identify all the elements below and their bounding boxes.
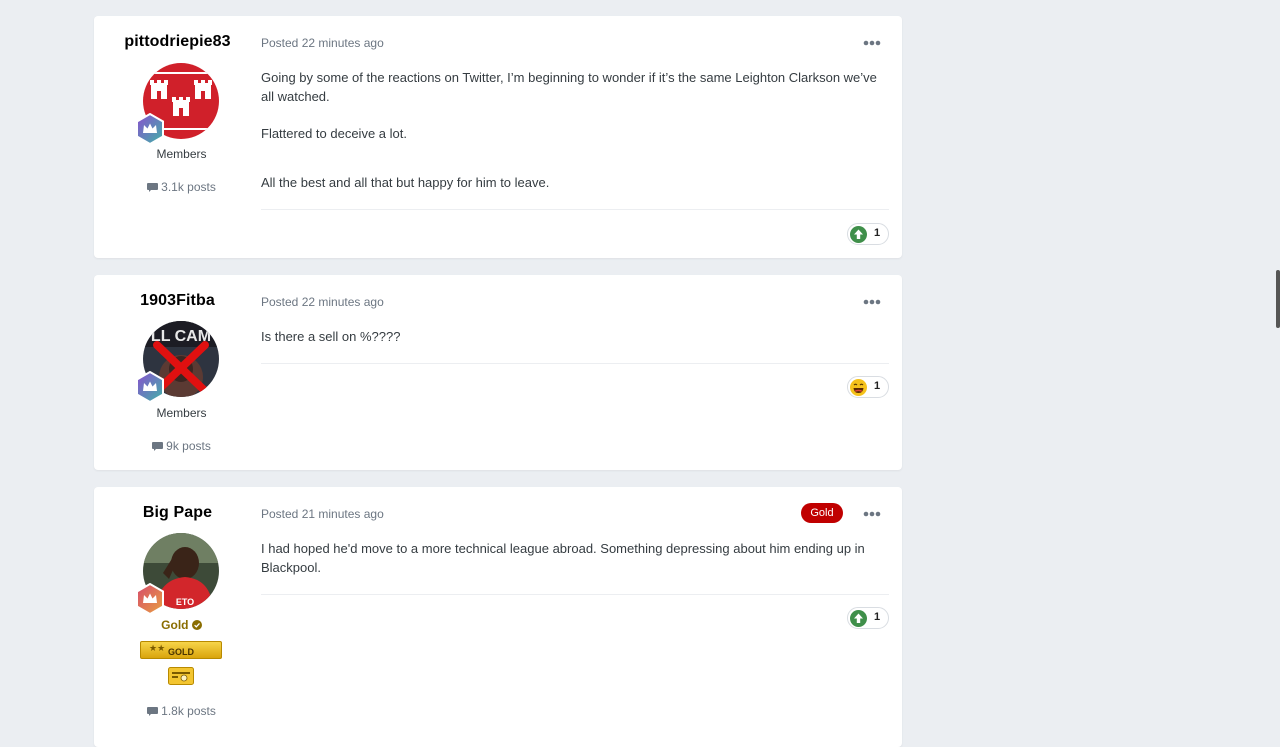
post-card: 1903Fitba LL CAM Members 9k posts Posted… [94, 275, 902, 470]
rank-badge-icon [134, 112, 166, 146]
star-icon: ★★ [149, 643, 166, 653]
divider [261, 209, 889, 210]
member-group: Gold [94, 618, 269, 632]
gold-award-banner: ★★ GOLD [140, 641, 222, 659]
reaction-count: 1 [874, 227, 881, 239]
reaction-count: 1 [874, 611, 881, 623]
award-label: GOLD [168, 647, 194, 657]
member-group: Members [156, 147, 207, 161]
comment-icon [147, 707, 159, 716]
avatar[interactable]: ETO [136, 533, 219, 616]
post-content: Is there a sell on %???? [261, 327, 881, 346]
verified-icon [191, 620, 202, 630]
comment-icon [152, 442, 164, 451]
post-count-label: 3.1k posts [161, 180, 216, 194]
reaction-count: 1 [874, 380, 881, 392]
upvote-icon [850, 610, 867, 627]
posted-time[interactable]: 22 minutes ago [302, 295, 384, 309]
post-paragraph: I had hoped he'd move to a more technica… [261, 541, 865, 575]
reaction-button[interactable]: 1 [847, 223, 889, 245]
post-date: Posted 22 minutes ago [261, 36, 384, 50]
divider [261, 363, 889, 364]
post-card: pittodriepie83 Members 3.1k posts Posted… [94, 16, 902, 258]
post-count[interactable]: 1.8k posts [94, 704, 269, 718]
post-paragraph: Is there a sell on %???? [261, 329, 401, 344]
upvote-icon [850, 226, 867, 243]
author-name[interactable]: pittodriepie83 [94, 33, 261, 51]
post-date: Posted 22 minutes ago [261, 295, 384, 309]
laughing-face-icon [850, 379, 867, 396]
comment-icon [147, 183, 159, 192]
author-name[interactable]: Big Pape [94, 504, 261, 522]
scrollbar-thumb[interactable] [1276, 270, 1280, 328]
more-options-icon[interactable] [861, 36, 883, 48]
post-paragraph: Flattered to deceive a lot. [261, 126, 407, 141]
post-count[interactable]: 3.1k posts [94, 180, 269, 194]
divider [261, 594, 889, 595]
posted-time[interactable]: 22 minutes ago [302, 36, 384, 50]
avatar[interactable]: LL CAM [136, 321, 219, 404]
post-date: Posted 21 minutes ago [261, 507, 384, 521]
post-paragraph: Going by some of the reactions on Twitte… [261, 70, 877, 104]
rank-badge-icon [134, 370, 166, 404]
post-content: I had hoped he'd move to a more technica… [261, 539, 881, 577]
avatar[interactable] [136, 63, 219, 146]
member-group: Members [156, 406, 207, 420]
post-count[interactable]: 9k posts [94, 439, 269, 453]
more-options-icon[interactable] [861, 507, 883, 519]
posted-prefix: Posted [261, 295, 299, 309]
more-options-icon[interactable] [861, 295, 883, 307]
reaction-button[interactable]: 1 [847, 607, 889, 629]
author-name[interactable]: 1903Fitba [94, 292, 261, 310]
posted-prefix: Posted [261, 507, 299, 521]
post-card: Big Pape ETO Gold ★★ GOLD 1.8k posts Pos… [94, 487, 902, 747]
reaction-button[interactable]: 1 [847, 376, 889, 398]
gold-badge: Gold [801, 503, 843, 523]
posted-prefix: Posted [261, 36, 299, 50]
post-content: Going by some of the reactions on Twitte… [261, 68, 881, 192]
member-group-label: Gold [161, 618, 189, 632]
posted-time[interactable]: 21 minutes ago [302, 507, 384, 521]
post-count-label: 1.8k posts [161, 704, 216, 718]
rank-badge-icon [134, 582, 166, 616]
post-count-label: 9k posts [166, 439, 211, 453]
ticket-award-icon [168, 667, 194, 685]
svg-text:ETO: ETO [176, 597, 194, 607]
post-paragraph: All the best and all that but happy for … [261, 175, 550, 190]
